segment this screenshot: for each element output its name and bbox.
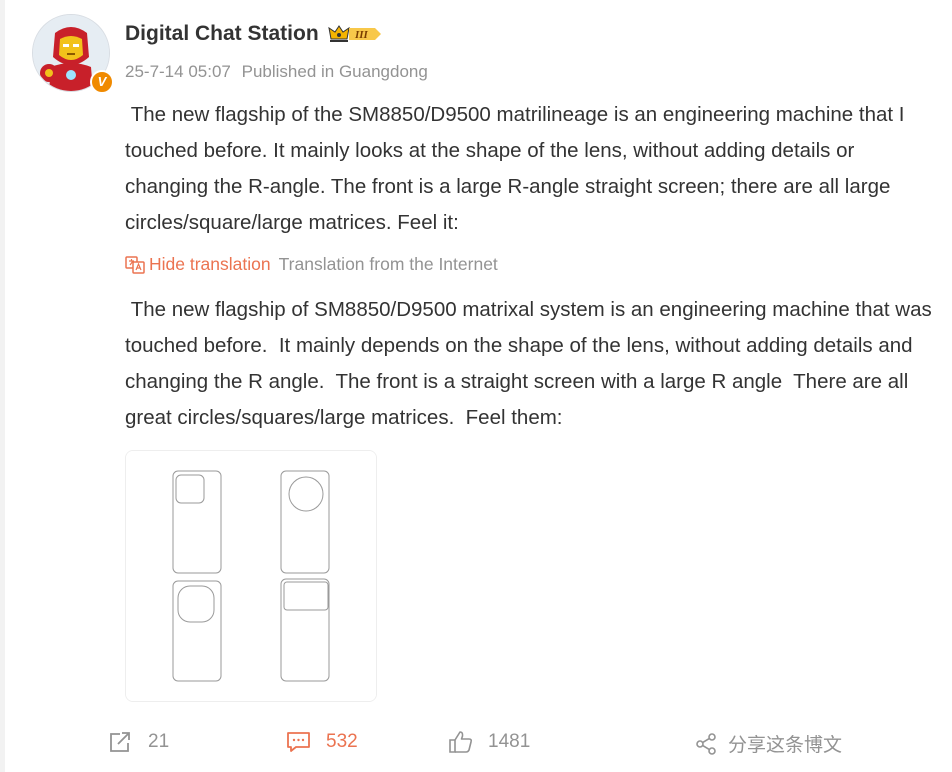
post-meta: 25-7-14 05:07 Published in Guangdong <box>125 62 428 82</box>
post-timestamp[interactable]: 25-7-14 05:07 <box>125 62 231 81</box>
post-text-translated: The new flagship of SM8850/D9500 matrixa… <box>125 298 938 429</box>
comment-icon <box>287 732 310 752</box>
repost-count: 21 <box>148 731 170 752</box>
post-location: Published in Guangdong <box>241 62 428 81</box>
repost-icon <box>110 732 130 752</box>
share-button[interactable]: 分享这条博文 <box>694 730 842 757</box>
post-image[interactable] <box>125 450 377 702</box>
translation-source: Translation from the Internet <box>278 254 498 274</box>
comment-button[interactable]: 532 <box>286 730 358 754</box>
rank-badge[interactable]: III <box>327 23 383 45</box>
left-divider <box>0 0 5 772</box>
post-text-original: The new flagship of the SM8850/D9500 mat… <box>125 103 911 234</box>
weibo-post: V Digital Chat Station III 25-7-14 05:07… <box>0 0 952 772</box>
post-footer: 21 532 1481 分享这条博文 <box>0 722 952 768</box>
author-name[interactable]: Digital Chat Station <box>125 22 319 46</box>
translation-row: Hide translation Translation from the In… <box>125 254 498 275</box>
comment-count: 532 <box>326 731 358 752</box>
like-count: 1481 <box>488 731 531 752</box>
rank-label: III <box>354 29 369 41</box>
phone-sketch-image <box>126 451 376 701</box>
thumbs-up-icon <box>449 731 473 753</box>
like-button[interactable]: 1481 <box>448 730 530 754</box>
repost-button[interactable]: 21 <box>108 730 169 754</box>
share-label: 分享这条博文 <box>728 735 843 756</box>
share-icon <box>696 732 716 755</box>
hide-translation-link[interactable]: Hide translation <box>149 254 271 275</box>
verified-badge: V <box>90 70 114 94</box>
translate-icon <box>125 255 145 274</box>
crown-icon: III <box>327 25 381 42</box>
author-row: Digital Chat Station III <box>125 22 383 46</box>
